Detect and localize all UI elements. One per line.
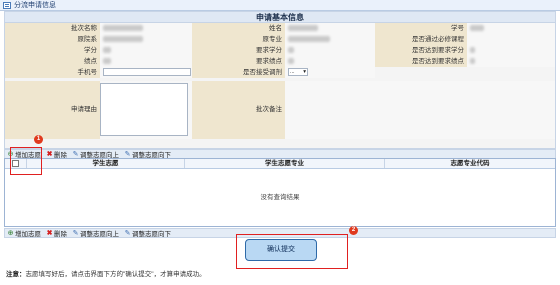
batch-note-value — [285, 81, 555, 139]
name-value — [285, 23, 375, 34]
reason-textarea[interactable] — [100, 83, 188, 136]
move-down-button-bottom[interactable]: ✎ 调整志愿向下 — [124, 228, 171, 239]
add-volunteer-button-bottom[interactable]: ⊕ 增加志愿 — [7, 228, 41, 239]
required-gpa-value — [285, 56, 375, 67]
notice: 注意：志愿填写好后，请点击界面下方的"确认提交"，才算申请成功。 — [6, 268, 206, 278]
batch-name-label: 批次名称 — [5, 23, 100, 34]
col-volunteer-major: 学生志愿专业 — [185, 159, 385, 168]
edit-icon: ✎ — [72, 150, 79, 158]
phone-cell — [100, 67, 192, 78]
delete-icon: ✖ — [46, 229, 53, 237]
notice-text: 志愿填写好后，请点击界面下方的"确认提交"，才算申请成功。 — [25, 271, 206, 278]
add-volunteer-label: 增加志愿 — [15, 231, 41, 238]
move-up-button-bottom[interactable]: ✎ 调整志愿向上 — [72, 228, 119, 239]
batch-name-value — [100, 23, 192, 34]
accept-adjust-cell: ... ▾ — [285, 67, 375, 78]
application-form: 申请基本信息 批次名称 姓名 学号 原院系 原专业 是否通过必修课程 学分 要求… — [4, 11, 556, 149]
row-gap — [5, 78, 555, 79]
col-volunteer: 学生志愿 — [27, 159, 185, 168]
major-value — [285, 34, 375, 45]
required-credits-label: 要求学分 — [192, 45, 285, 56]
form-row-1: 批次名称 姓名 学号 — [5, 23, 555, 34]
add-icon: ⊕ — [7, 229, 14, 237]
window-title: 分流申请信息 — [14, 2, 56, 9]
form-icon — [3, 1, 11, 9]
required-gpa-label: 要求绩点 — [192, 56, 285, 67]
row5-spacer — [375, 67, 555, 78]
major-label: 原专业 — [192, 34, 285, 45]
highlight-box-2 — [236, 234, 348, 269]
gpa-label: 绩点 — [5, 56, 100, 67]
student-id-value — [467, 23, 555, 34]
required-course-label: 是否通过必修课程 — [375, 34, 467, 45]
form-row-3: 学分 要求学分 是否达到要求学分 — [5, 45, 555, 56]
notice-prefix: 注意： — [6, 271, 26, 278]
phone-label: 手机号 — [5, 67, 100, 78]
form-row-4: 绩点 要求绩点 是否达到要求绩点 — [5, 56, 555, 67]
edit-icon: ✎ — [124, 229, 131, 237]
accept-adjust-selected-value: ... — [290, 69, 295, 76]
col-major-code: 志愿专业代码 — [450, 160, 490, 167]
edit-icon: ✎ — [124, 150, 131, 158]
faculty-label: 原院系 — [5, 34, 100, 45]
credits-met-label: 是否达到要求学分 — [375, 45, 467, 56]
form-row-6: 申请理由 批次备注 — [5, 81, 555, 139]
phone-input[interactable] — [103, 68, 191, 77]
gpa-value — [100, 56, 192, 67]
accept-adjust-label: 是否接受调剂 — [192, 67, 285, 78]
gpa-met-label: 是否达到要求绩点 — [375, 56, 467, 67]
student-id-label: 学号 — [375, 23, 467, 34]
empty-message: 没有查询结果 — [260, 194, 300, 201]
credits-value — [100, 45, 192, 56]
required-credits-value — [285, 45, 375, 56]
credits-met-value — [467, 45, 555, 56]
reason-cell — [100, 81, 192, 139]
credits-label: 学分 — [5, 45, 100, 56]
gpa-met-value — [467, 56, 555, 67]
name-label: 姓名 — [192, 23, 285, 34]
delete-button-bottom[interactable]: ✖ 删除 — [46, 228, 67, 239]
edit-icon: ✎ — [72, 229, 79, 237]
form-row-2: 原院系 原专业 是否通过必修课程 — [5, 34, 555, 45]
highlight-box-1 — [10, 147, 42, 175]
delete-icon: ✖ — [46, 150, 53, 158]
batch-note-label: 批次备注 — [192, 81, 285, 139]
step-badge-1: 1 — [34, 135, 43, 144]
accept-adjust-select[interactable]: ... ▾ — [288, 68, 308, 77]
step-badge-2: 2 — [349, 226, 358, 235]
delete-label: 删除 — [54, 231, 67, 238]
move-down-label: 调整志愿向下 — [132, 231, 171, 238]
required-course-value — [467, 34, 555, 45]
reason-label: 申请理由 — [5, 81, 100, 139]
form-row-5: 手机号 是否接受调剂 ... ▾ — [5, 67, 555, 78]
form-heading: 申请基本信息 — [5, 12, 555, 23]
chevron-down-icon: ▾ — [303, 69, 306, 76]
move-up-label: 调整志愿向上 — [80, 231, 119, 238]
faculty-value — [100, 34, 192, 45]
window-titlebar: 分流申请信息 — [0, 0, 560, 11]
table-header: 学生志愿 学生志愿专业 志愿专业代码 — [5, 159, 555, 169]
volunteer-table: 学生志愿 学生志愿专业 志愿专业代码 没有查询结果 — [4, 158, 556, 227]
